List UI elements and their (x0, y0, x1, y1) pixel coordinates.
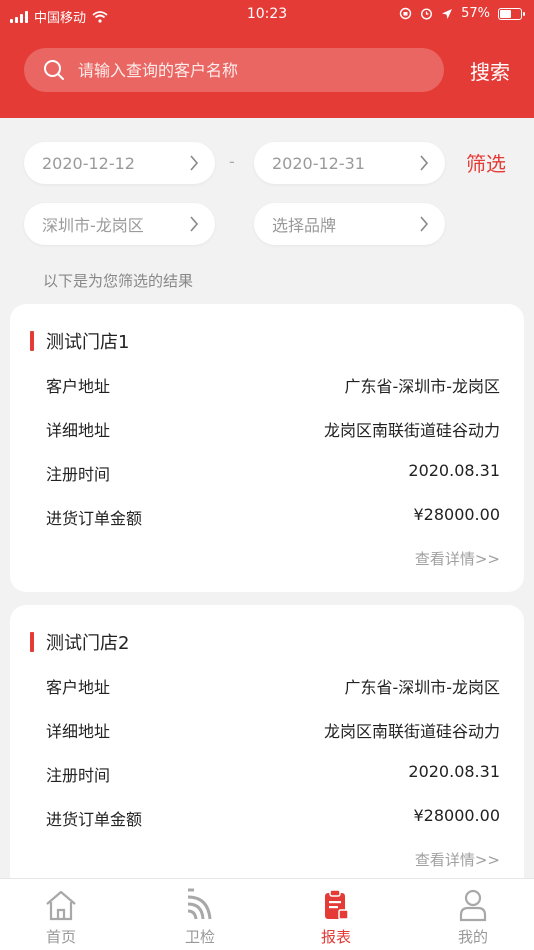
row-label: 详细地址 (46, 722, 111, 741)
row-value: ¥28000.00 (413, 505, 500, 524)
row-value: 龙岗区南联街道硅谷动力 (323, 722, 500, 741)
signal-waves-icon (187, 888, 212, 920)
status-bar: 中国移动 10:23 57% (0, 0, 534, 30)
chevron-right-icon (420, 216, 429, 232)
filter-button[interactable]: 筛选 (466, 148, 506, 177)
search-box[interactable] (24, 48, 444, 92)
chevron-right-icon (190, 155, 199, 171)
chevron-right-icon (420, 155, 429, 171)
status-right: 57% (399, 6, 525, 21)
row-label: 注册时间 (46, 766, 111, 785)
region-picker[interactable]: 深圳市-龙岗区 (24, 203, 215, 245)
row-value: ¥28000.00 (413, 806, 500, 825)
orientation-lock-icon (399, 7, 412, 20)
row-label: 进货订单金额 (46, 509, 143, 528)
clipboard-icon (325, 889, 349, 920)
start-date-value: 2020-12-12 (42, 153, 135, 173)
tab-home[interactable]: 首页 (1, 879, 121, 950)
info-row: 注册时间 2020.08.31 (46, 461, 500, 485)
info-row: 客户地址 广东省-深圳市-龙岗区 (46, 674, 500, 698)
brand-picker[interactable]: 选择品牌 (254, 203, 445, 245)
tab-label: 卫检 (184, 928, 215, 946)
store-card: 测试门店1 客户地址 广东省-深圳市-龙岗区 详细地址 龙岗区南联街道硅谷动力 … (10, 304, 524, 592)
result-hint: 以下是为您筛选的结果 (43, 272, 194, 290)
alarm-icon (421, 8, 433, 20)
row-label: 客户地址 (46, 678, 111, 697)
row-value: 广东省-深圳市-龙岗区 (344, 377, 500, 396)
start-date-picker[interactable]: 2020-12-12 (24, 142, 215, 184)
tab-label: 我的 (457, 928, 488, 946)
chevron-right-icon (190, 216, 199, 232)
store-card: 测试门店2 客户地址 广东省-深圳市-龙岗区 详细地址 龙岗区南联街道硅谷动力 … (10, 605, 524, 893)
row-value: 2020.08.31 (408, 461, 500, 480)
tab-bar: 首页 卫检 报表 我的 (0, 878, 534, 950)
store-name: 测试门店1 (46, 332, 130, 353)
view-details-link[interactable]: 查看详情>> (415, 548, 500, 569)
tab-profile[interactable]: 我的 (413, 879, 533, 950)
view-details-link[interactable]: 查看详情>> (415, 849, 500, 870)
title-accent-bar (30, 331, 34, 351)
row-label: 注册时间 (46, 465, 111, 484)
search-button[interactable]: 搜索 (470, 56, 510, 85)
user-icon (459, 889, 487, 922)
info-row: 详细地址 龙岗区南联街道硅谷动力 (46, 417, 500, 441)
row-value: 龙岗区南联街道硅谷动力 (323, 421, 500, 440)
tab-inspection[interactable]: 卫检 (140, 879, 260, 950)
row-label: 详细地址 (46, 421, 111, 440)
date-separator: - (229, 152, 235, 171)
row-value: 2020.08.31 (408, 762, 500, 781)
info-row: 进货订单金额 ¥28000.00 (46, 806, 500, 830)
brand-placeholder: 选择品牌 (272, 216, 337, 235)
end-date-picker[interactable]: 2020-12-31 (254, 142, 445, 184)
row-label: 进货订单金额 (46, 810, 143, 829)
home-icon (46, 890, 76, 921)
battery-percent: 57% (461, 6, 490, 21)
location-icon (442, 8, 453, 19)
title-accent-bar (30, 632, 34, 652)
tab-reports[interactable]: 报表 (276, 879, 396, 950)
search-icon (44, 60, 64, 80)
info-row: 客户地址 广东省-深圳市-龙岗区 (46, 373, 500, 397)
tab-label: 首页 (45, 928, 76, 946)
region-value: 深圳市-龙岗区 (42, 216, 144, 235)
header: 中国移动 10:23 57% 请输入查询的客户名称 搜索 (0, 0, 534, 118)
info-row: 详细地址 龙岗区南联街道硅谷动力 (46, 718, 500, 742)
search-input[interactable] (78, 60, 418, 80)
end-date-value: 2020-12-31 (272, 153, 365, 173)
info-row: 注册时间 2020.08.31 (46, 762, 500, 786)
tab-label: 报表 (320, 928, 351, 946)
row-value: 广东省-深圳市-龙岗区 (344, 678, 500, 697)
info-row: 进货订单金额 ¥28000.00 (46, 505, 500, 529)
battery-icon (498, 7, 525, 20)
store-name: 测试门店2 (46, 633, 130, 654)
row-label: 客户地址 (46, 377, 111, 396)
